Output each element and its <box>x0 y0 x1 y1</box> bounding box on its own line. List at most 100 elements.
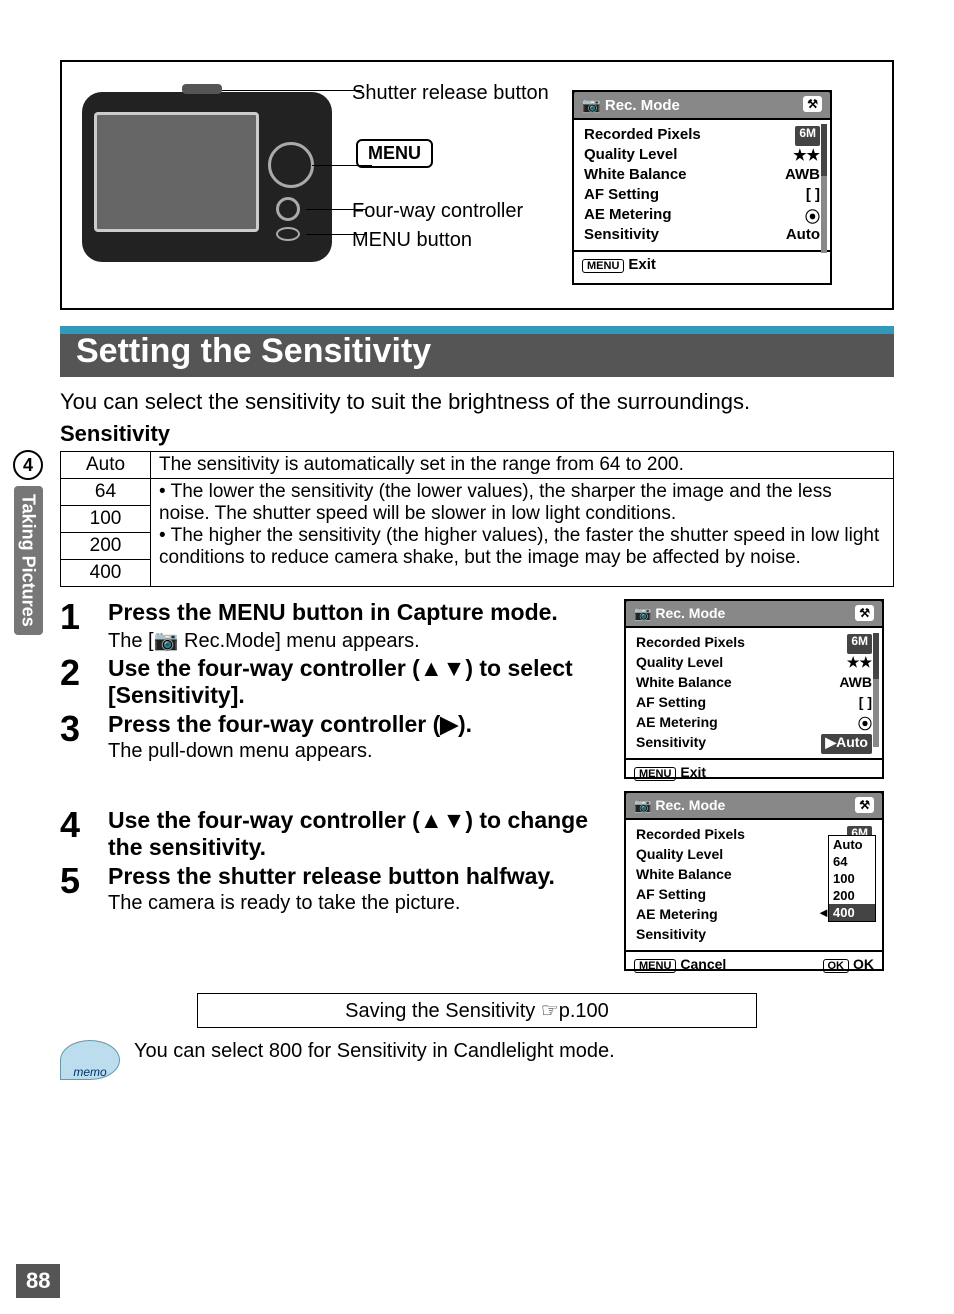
lcd-key: AE Metering <box>636 714 718 734</box>
lcd-key: Sensitivity <box>636 926 706 946</box>
step-desc: The [📷 Rec.Mode] menu appears. <box>108 628 614 653</box>
lcd-val: AWB <box>785 166 820 186</box>
step-desc: The pull-down menu appears. <box>108 740 614 763</box>
lcd-mid-title-text: Rec. Mode <box>655 605 725 621</box>
memo-text: You can select 800 for Sensitivity in Ca… <box>134 1040 894 1063</box>
lcd-val: AWB <box>839 674 872 694</box>
table-bullet: The higher the sensitivity (the higher v… <box>159 525 879 568</box>
lcd-mid: 📷 Rec. Mode⚒ Recorded Pixels6M Quality L… <box>624 599 884 779</box>
dropdown-item-selected: 400 <box>829 904 875 921</box>
scrollbar-icon <box>873 633 879 747</box>
lcd-key: Recorded Pixels <box>636 826 745 846</box>
lcd-row: AE Metering⦿ <box>584 206 820 226</box>
lcd-val: Auto <box>786 226 820 246</box>
lcd-key: Recorded Pixels <box>636 634 745 654</box>
step-number: 3 <box>60 711 90 763</box>
lcd-row: White Balance AWB <box>636 674 872 694</box>
ok-key-icon: OK <box>823 959 850 973</box>
table-cell-desc: • The lower the sensitivity (the lower v… <box>151 479 894 587</box>
lcd-foot-cancel: Cancel <box>680 956 726 972</box>
lcd-bot-foot: MENUCancel OKOK <box>626 950 882 976</box>
step-number: 2 <box>60 655 90 709</box>
step-number: 1 <box>60 599 90 653</box>
fourway-label: Four-way controller <box>352 200 552 223</box>
menu-btn-label: MENU button <box>352 229 552 252</box>
sensitivity-table: Auto The sensitivity is automatically se… <box>60 451 894 587</box>
lcd-top-title-text: Rec. Mode <box>605 97 680 114</box>
dropdown-item: Auto <box>829 836 875 853</box>
lcd-val: ★★ <box>847 654 872 674</box>
step-number: 4 <box>60 807 90 861</box>
lcd-mid-foot: MENUExit <box>626 758 882 784</box>
lcd-val: [ ] <box>859 694 872 714</box>
lcd-key: White Balance <box>636 866 732 886</box>
dropdown-item: 100 <box>829 870 875 887</box>
lcd-row: AE Metering ⦿ <box>636 714 872 734</box>
table-cell-100: 100 <box>61 506 151 533</box>
lcd-key: Quality Level <box>636 654 723 674</box>
lcd-key: White Balance <box>636 674 732 694</box>
scrollbar-icon <box>821 124 827 253</box>
menu-key-icon: MENU <box>582 259 624 273</box>
lcd-key: AF Setting <box>636 694 706 714</box>
step-4: 4 Use the four-way controller (▲▼) to ch… <box>60 807 614 861</box>
camera-diagram: Shutter release button MENU Four-way con… <box>60 60 894 310</box>
lcd-mid-title: 📷 Rec. Mode⚒ <box>624 599 884 628</box>
tool-icon: ⚒ <box>855 605 874 621</box>
step-title: Use the four-way controller (▲▼) to chan… <box>108 807 614 861</box>
lcd-row: White Balance AWB <box>584 166 820 186</box>
lcd-row-highlight: Sensitivity <box>636 926 872 946</box>
menu-badge: MENU <box>356 139 433 168</box>
lcd-key: Recorded Pixels <box>584 126 701 146</box>
tool-icon: ⚒ <box>855 797 874 813</box>
table-cell-auto-desc: The sensitivity is automatically set in … <box>151 452 894 479</box>
lcd-val: [ ] <box>806 186 820 206</box>
lcd-row: Quality Level ★★ <box>636 654 872 674</box>
step-3: 3 Press the four-way controller (▶). The… <box>60 711 614 763</box>
step-title: Press the MENU button in Capture mode. <box>108 599 614 626</box>
table-bullet: The lower the sensitivity (the lower val… <box>159 481 832 524</box>
lcd-row: Quality Level ★★ <box>584 146 820 166</box>
lcd-val: ⦿ <box>858 714 872 734</box>
page-number: 88 <box>16 1264 60 1298</box>
menu-key-icon: MENU <box>634 959 676 973</box>
chapter-number: 4 <box>13 450 43 480</box>
table-cell-200: 200 <box>61 533 151 560</box>
dropdown-item: 64 <box>829 853 875 870</box>
lcd-foot-text: Exit <box>680 764 706 780</box>
lcd-bot-title-text: Rec. Mode <box>655 797 725 813</box>
lcd-row: AF Setting [ ] <box>636 694 872 714</box>
lcd-top: 📷 Rec. Mode ⚒ Recorded Pixels6M Quality … <box>572 90 832 285</box>
lcd-bot: 📷 Rec. Mode⚒ Recorded Pixels6M Quality L… <box>624 791 884 971</box>
subheading: Sensitivity <box>60 421 894 447</box>
lcd-key: White Balance <box>584 166 687 186</box>
step-1: 1 Press the MENU button in Capture mode.… <box>60 599 614 653</box>
step-5: 5 Press the shutter release button halfw… <box>60 863 614 915</box>
intro-text: You can select the sensitivity to suit t… <box>60 389 894 415</box>
table-cell-400: 400 <box>61 560 151 587</box>
lcd-key: AE Metering <box>584 206 672 226</box>
step-desc: The camera is ready to take the picture. <box>108 892 614 915</box>
table-cell-auto: Auto <box>61 452 151 479</box>
shutter-label: Shutter release button <box>352 82 552 105</box>
lcd-row-highlight: Sensitivity ▶Auto <box>636 734 872 754</box>
lcd-foot-text: Exit <box>628 256 656 273</box>
dropdown-item: 200 <box>829 887 875 904</box>
lcd-key: AF Setting <box>584 186 659 206</box>
lcd-top-title: 📷 Rec. Mode ⚒ <box>572 90 832 120</box>
memo-icon: memo <box>60 1040 120 1080</box>
lcd-row: AF Setting [ ] <box>584 186 820 206</box>
camera-illustration <box>82 82 342 282</box>
lcd-key: Sensitivity <box>636 734 706 754</box>
lcd-val: 6M <box>847 634 872 654</box>
lcd-val: ▶Auto <box>821 734 872 754</box>
step-title: Use the four-way controller (▲▼) to sele… <box>108 655 614 709</box>
sensitivity-dropdown: Auto 64 100 200 400 <box>828 835 876 922</box>
save-note: Saving the Sensitivity ☞p.100 <box>197 993 757 1028</box>
side-tab: 4 Taking Pictures <box>10 450 46 635</box>
lcd-key: AE Metering <box>636 906 718 926</box>
lcd-val: ★★ <box>793 146 820 166</box>
lcd-key: Quality Level <box>584 146 677 166</box>
step-title: Press the four-way controller (▶). <box>108 711 614 738</box>
tool-icon: ⚒ <box>803 96 822 112</box>
